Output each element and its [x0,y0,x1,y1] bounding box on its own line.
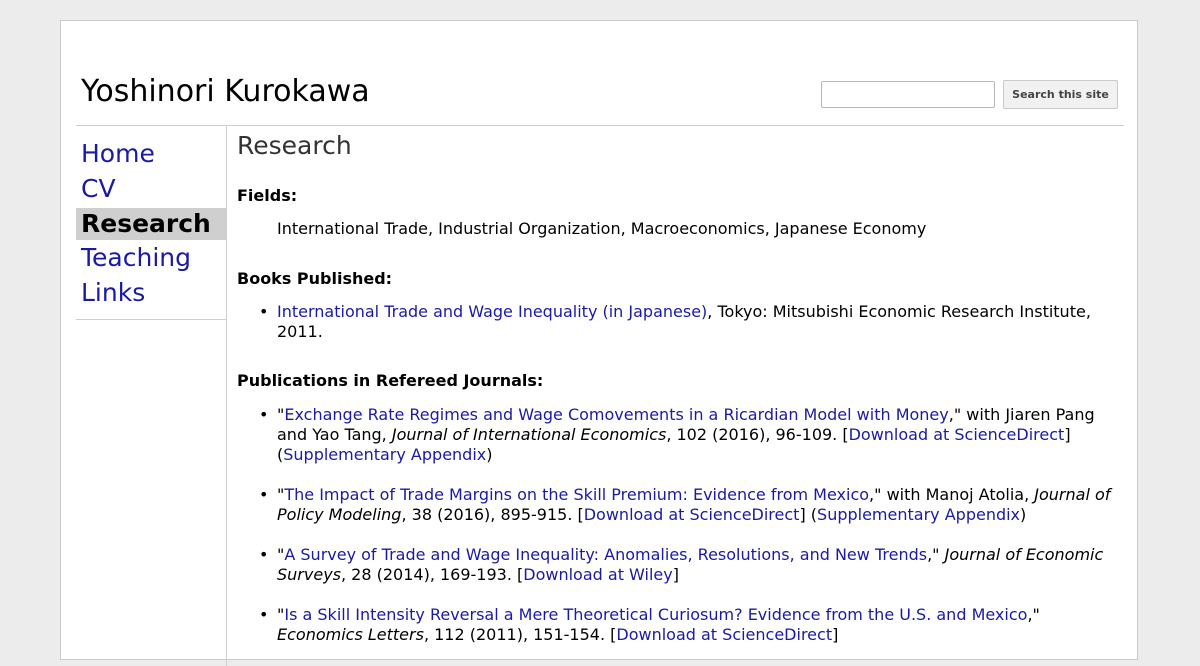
appendix-close: ) [486,445,493,464]
publication-entry: "A Survey of Trade and Wage Inequality: … [277,545,1117,585]
publication-entry: "The Impact of Trade Margins on the Skil… [277,485,1117,525]
publication-entry: "Is a Skill Intensity Reversal a Mere Th… [277,605,1117,645]
paper-title-link[interactable]: A Survey of Trade and Wage Inequality: A… [284,545,927,564]
paper-title-link[interactable]: Exchange Rate Regimes and Wage Comovemen… [284,405,948,424]
search-input[interactable] [821,81,995,108]
books-list: • International Trade and Wage Inequalit… [237,302,1117,342]
bullet-icon: • [259,302,269,321]
download-link[interactable]: Download at ScienceDirect [584,505,800,524]
paper-authors: ," [1027,605,1040,624]
journals-list-3: • "A Survey of Trade and Wage Inequality… [237,545,1117,585]
download-link[interactable]: Download at ScienceDirect [849,425,1065,444]
list-item: • "Is a Skill Intensity Reversal a Mere … [237,605,1117,645]
books-heading: Books Published: [237,269,393,288]
journal-name: Journal of International Economics [391,425,667,444]
sidebar-item-research[interactable]: Research [76,208,226,240]
appendix-link[interactable]: Supplementary Appendix [283,445,486,464]
sidebar-divider [226,126,227,666]
site-title[interactable]: Yoshinori Kurokawa [81,74,370,110]
header-divider [76,125,1124,126]
paper-authors: ," [927,545,945,564]
paper-title-link[interactable]: The Impact of Trade Margins on the Skill… [284,485,869,504]
download-link[interactable]: Download at Wiley [523,565,672,584]
paper-details: , 38 (2016), 895-915. [ [401,505,584,524]
book-title-link[interactable]: International Trade and Wage Inequality … [277,302,707,321]
appendix-link[interactable]: Supplementary Appendix [817,505,1020,524]
paper-authors: ," with Manoj Atolia, [869,485,1035,504]
journals-list-2: • "The Impact of Trade Margins on the Sk… [237,485,1117,525]
fields-heading: Fields: [237,186,298,205]
sidebar-item-links[interactable]: Links [76,277,226,309]
page-container: Yoshinori Kurokawa Search this site Home… [60,20,1138,666]
sidebar-item-cv[interactable]: CV [76,173,226,205]
list-item: • International Trade and Wage Inequalit… [237,302,1117,342]
bullet-icon: • [259,405,269,424]
sidebar-nav: Home CV Research Teaching Links [76,126,226,320]
sidebar-item-teaching[interactable]: Teaching [76,242,226,274]
list-item: • "Exchange Rate Regimes and Wage Comove… [237,405,1117,465]
search-button[interactable]: Search this site [1003,80,1118,109]
close-bracket: ] [1064,425,1071,444]
list-item: • "The Impact of Trade Margins on the Sk… [237,485,1117,525]
sidebar-item-home[interactable]: Home [76,138,226,170]
appendix-open: ( [805,505,818,524]
close-bracket: ] [672,565,679,584]
paper-details: , 28 (2014), 169-193. [ [341,565,524,584]
journals-list-4: • "Is a Skill Intensity Reversal a Mere … [237,605,1117,645]
bullet-icon: • [259,485,269,504]
publication-entry: "Exchange Rate Regimes and Wage Comoveme… [277,405,1117,465]
journals-list: • "Exchange Rate Regimes and Wage Comove… [237,405,1117,465]
journals-heading: Publications in Refereed Journals: [237,371,544,390]
paper-details: , 112 (2011), 151-154. [ [423,625,617,644]
page-title: Research [237,131,352,160]
paper-title-link[interactable]: Is a Skill Intensity Reversal a Mere The… [284,605,1027,624]
download-link[interactable]: Download at ScienceDirect [616,625,832,644]
list-item: • "A Survey of Trade and Wage Inequality… [237,545,1117,585]
bullet-icon: • [259,605,269,624]
fields-text: International Trade, Industrial Organiza… [277,219,927,238]
book-entry: International Trade and Wage Inequality … [277,302,1117,342]
bullet-icon: • [259,545,269,564]
close-bracket: ] [832,625,839,644]
journal-name: Economics Letters [277,625,424,644]
appendix-close: ) [1020,505,1027,524]
paper-details: , 102 (2016), 96-109. [ [666,425,849,444]
